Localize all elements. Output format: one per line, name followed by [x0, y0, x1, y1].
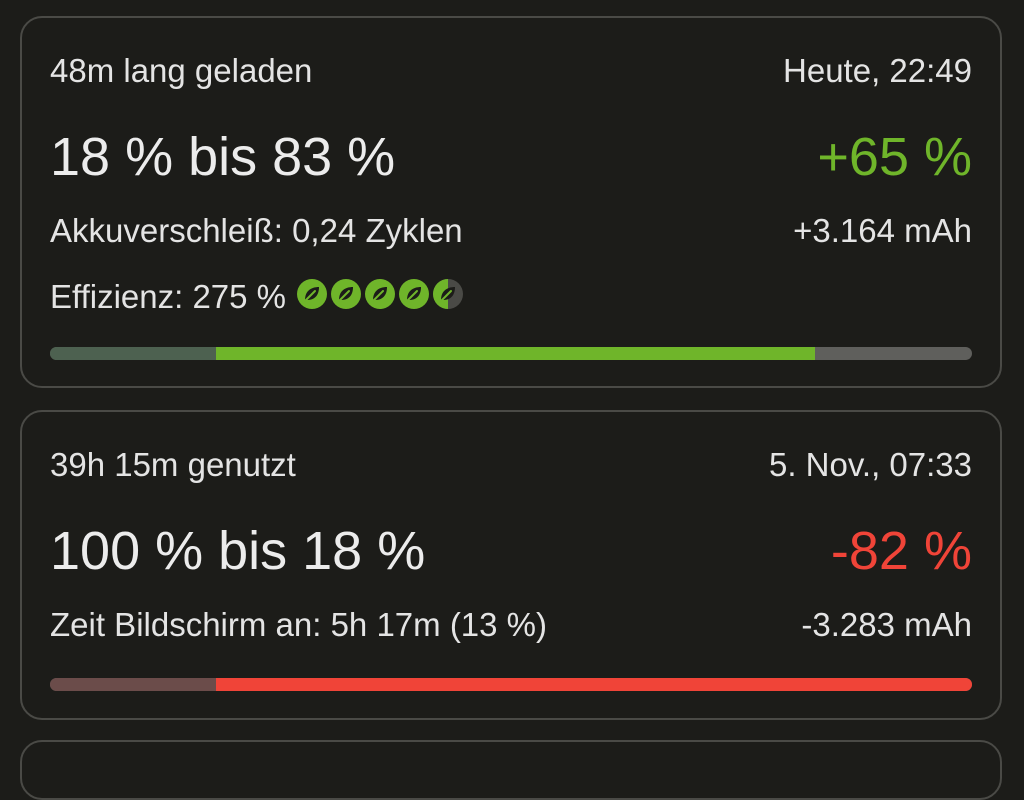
session-delta-mah: -3.283 mAh — [801, 606, 972, 643]
session-details: Zeit Bildschirm an: 5h 17m (13 %) -3.283… — [50, 606, 972, 644]
session-header: 48m lang geladen Heute, 22:49 — [50, 52, 972, 90]
session-delta-percent: -82 % — [830, 521, 972, 581]
leaf-icon — [399, 279, 430, 309]
leaf-half-icon — [433, 279, 464, 309]
session-time: Heute, 22:49 — [783, 52, 972, 89]
session-delta-percent: +65 % — [817, 127, 972, 187]
battery-wear: Akkuverschleiß: 0,24 Zyklen — [50, 212, 463, 249]
charge-session-card[interactable]: 48m lang geladen Heute, 22:49 18 % bis 8… — [20, 16, 1002, 388]
discharge-progress-bar — [50, 678, 972, 691]
screen-on-time: Zeit Bildschirm an: 5h 17m (13 %) — [50, 606, 548, 643]
bar-start-segment — [50, 347, 216, 360]
bar-end-segment — [50, 678, 216, 691]
session-header: 39h 15m genutzt 5. Nov., 07:33 — [50, 446, 972, 484]
session-delta-mah: +3.164 mAh — [793, 212, 972, 249]
leaf-icon — [297, 279, 328, 309]
next-session-card[interactable] — [20, 740, 1002, 800]
efficiency-rating — [296, 278, 464, 310]
leaf-icon — [331, 279, 362, 309]
bar-change-segment — [215, 678, 972, 691]
charge-progress-bar — [50, 347, 972, 360]
session-details: Akkuverschleiß: 0,24 Zyklen +3.164 mAh — [50, 212, 972, 250]
session-summary: 18 % bis 83 % +65 % — [50, 126, 972, 188]
session-range: 18 % bis 83 % — [50, 127, 396, 187]
session-range: 100 % bis 18 % — [50, 521, 426, 581]
efficiency-row: Effizienz: 275 % — [50, 276, 972, 316]
efficiency-label: Effizienz: 275 % — [50, 278, 287, 315]
leaf-icon — [365, 279, 396, 309]
session-duration: 39h 15m genutzt — [50, 446, 296, 483]
discharge-session-card[interactable]: 39h 15m genutzt 5. Nov., 07:33 100 % bis… — [20, 410, 1002, 720]
session-duration: 48m lang geladen — [50, 52, 313, 89]
bar-change-segment — [215, 347, 816, 360]
session-time: 5. Nov., 07:33 — [768, 446, 972, 483]
session-summary: 100 % bis 18 % -82 % — [50, 520, 972, 582]
